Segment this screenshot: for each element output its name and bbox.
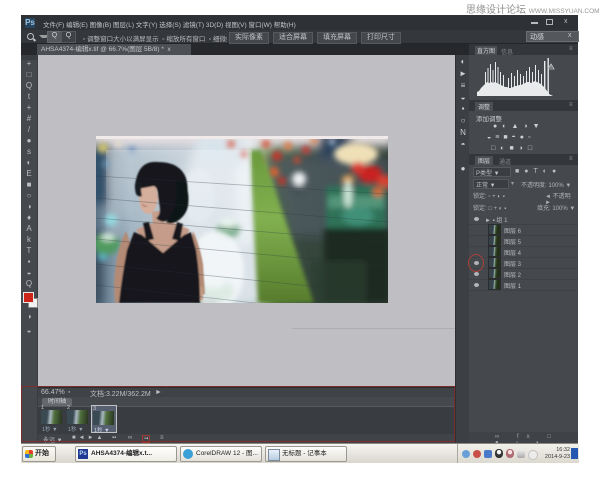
- svg-text:A: A: [550, 64, 553, 69]
